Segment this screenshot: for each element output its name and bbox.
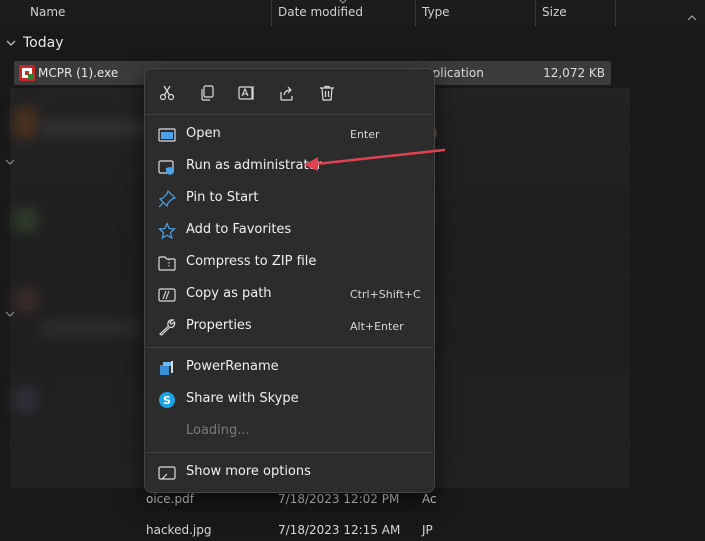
chevron-down-icon[interactable] xyxy=(5,158,15,166)
menu-item-label: Copy as path xyxy=(186,286,272,301)
delete-button[interactable] xyxy=(314,80,340,106)
wrench-icon xyxy=(159,319,176,336)
open-app-icon xyxy=(158,128,176,142)
file-name: oice.pdf xyxy=(146,492,194,506)
share-icon xyxy=(280,86,293,101)
quick-actions-bar xyxy=(145,75,434,109)
file-name: hacked.jpg xyxy=(146,523,212,537)
app-exe-icon xyxy=(19,65,35,81)
file-row[interactable]: hacked.jpg 7/18/2023 12:15 AM JP xyxy=(0,519,705,541)
menu-item-show-more-options[interactable]: Show more options xyxy=(149,458,430,488)
menu-divider xyxy=(146,114,433,115)
menu-item-run-as-administrator[interactable]: Run as administrator xyxy=(149,152,430,182)
menu-item-label: Add to Favorites xyxy=(186,222,292,237)
menu-item-shortcut: Enter xyxy=(350,128,380,141)
column-size[interactable]: Size xyxy=(542,5,567,19)
column-divider[interactable] xyxy=(535,0,536,26)
menu-item-shortcut: Ctrl+Shift+C xyxy=(350,288,421,301)
column-divider[interactable] xyxy=(615,0,616,26)
column-divider[interactable] xyxy=(271,0,272,26)
menu-item-label: PowerRename xyxy=(186,359,279,374)
menu-item-shortcut: Alt+Enter xyxy=(350,320,404,333)
cut-button[interactable] xyxy=(154,80,180,106)
copy-path-icon xyxy=(158,288,176,302)
file-size: 12,072 KB xyxy=(543,66,605,80)
menu-item-label: Share with Skype xyxy=(186,391,299,406)
menu-item-label: Loading... xyxy=(186,423,250,438)
column-header: Name Date modified Type Size xyxy=(0,0,705,26)
menu-item-add-to-favorites[interactable]: Add to Favorites xyxy=(149,216,430,246)
menu-item-loading: Loading... xyxy=(149,417,430,447)
menu-divider xyxy=(146,452,433,453)
column-divider[interactable] xyxy=(415,0,416,26)
group-label: Today xyxy=(23,35,64,51)
shield-admin-icon xyxy=(158,160,174,175)
menu-item-powerrename[interactable]: PowerRename xyxy=(149,353,430,383)
cut-icon xyxy=(159,85,175,101)
file-date: 7/18/2023 12:15 AM xyxy=(278,523,401,537)
menu-item-label: Properties xyxy=(186,318,252,333)
menu-item-pin-to-start[interactable]: Pin to Start xyxy=(149,184,430,214)
pin-icon xyxy=(158,190,176,208)
file-type: JP xyxy=(422,523,433,537)
column-date-modified[interactable]: Date modified xyxy=(278,5,363,19)
file-type: Ac xyxy=(422,492,437,506)
file-date: 7/18/2023 12:02 PM xyxy=(278,492,400,506)
star-icon xyxy=(158,222,176,240)
menu-item-copy-as-path[interactable]: Copy as path Ctrl+Shift+C xyxy=(149,280,430,310)
menu-item-label: Pin to Start xyxy=(186,190,259,205)
menu-item-label: Compress to ZIP file xyxy=(186,254,317,269)
column-type[interactable]: Type xyxy=(422,5,450,19)
context-menu: Open Enter Run as administrator Pin to S… xyxy=(144,68,435,493)
rename-icon xyxy=(238,86,254,100)
chevron-down-icon[interactable] xyxy=(5,310,15,318)
group-header-today[interactable]: Today xyxy=(6,35,64,51)
menu-item-label: Open xyxy=(186,126,221,141)
more-options-icon xyxy=(158,466,176,480)
rename-button[interactable] xyxy=(234,80,260,106)
menu-item-open[interactable]: Open Enter xyxy=(149,120,430,150)
delete-icon xyxy=(320,85,334,101)
menu-item-label: Run as administrator xyxy=(186,158,322,173)
chevron-down-icon xyxy=(6,40,16,46)
svg-text:S: S xyxy=(163,394,171,407)
copy-icon xyxy=(201,85,214,101)
menu-item-properties[interactable]: Properties Alt+Enter xyxy=(149,312,430,342)
chevron-up-icon[interactable] xyxy=(687,14,697,22)
column-name[interactable]: Name xyxy=(30,5,65,19)
zip-folder-icon xyxy=(158,256,176,271)
menu-item-compress-to-zip[interactable]: Compress to ZIP file xyxy=(149,248,430,278)
skype-icon: S xyxy=(159,392,175,408)
menu-item-label: Show more options xyxy=(186,464,311,479)
share-button[interactable] xyxy=(274,80,300,106)
menu-divider xyxy=(146,347,433,348)
copy-button[interactable] xyxy=(194,80,220,106)
powerrename-icon xyxy=(160,361,173,375)
menu-item-share-with-skype[interactable]: S Share with Skype xyxy=(149,385,430,415)
file-name: MCPR (1).exe xyxy=(38,66,119,80)
